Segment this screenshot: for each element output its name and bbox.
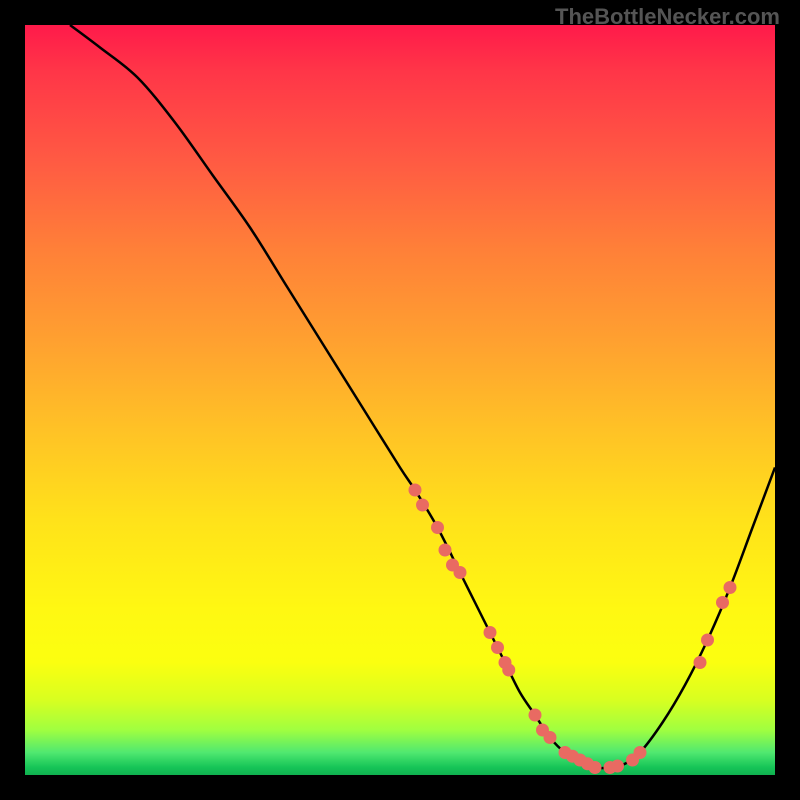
data-point [416, 499, 429, 512]
data-point [724, 581, 737, 594]
data-point [694, 656, 707, 669]
watermark-text: TheBottleNecker.com [555, 4, 780, 30]
data-point [484, 626, 497, 639]
data-point [409, 484, 422, 497]
data-point [701, 634, 714, 647]
data-point [502, 664, 515, 677]
chart-container: TheBottleNecker.com [0, 0, 800, 800]
data-point [454, 566, 467, 579]
curve-overlay [25, 25, 775, 775]
bottleneck-curve [70, 25, 775, 768]
data-point [589, 761, 602, 774]
data-point [611, 760, 624, 773]
data-markers [409, 484, 737, 775]
plot-area [25, 25, 775, 775]
data-point [431, 521, 444, 534]
data-point [491, 641, 504, 654]
data-point [716, 596, 729, 609]
data-point [634, 746, 647, 759]
data-point [529, 709, 542, 722]
data-point [439, 544, 452, 557]
data-point [544, 731, 557, 744]
